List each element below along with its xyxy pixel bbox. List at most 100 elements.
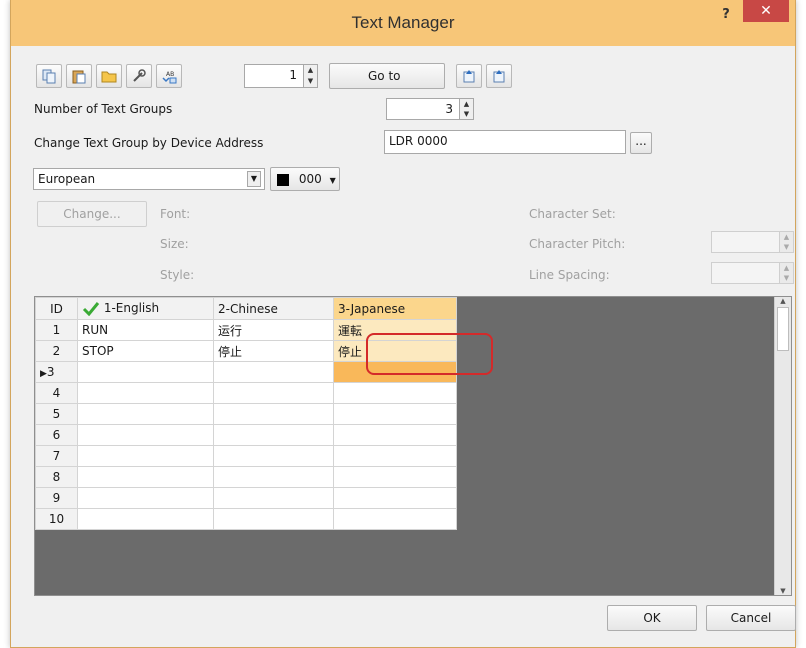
title-bar: Text Manager ? ✕ [11, 0, 795, 46]
color-picker[interactable]: 000 ▼ [270, 167, 340, 191]
character-pitch-spin[interactable]: ▲ ▼ [779, 232, 793, 252]
character-set-label: Character Set: [529, 207, 616, 221]
num-groups-value: 3 [445, 102, 453, 116]
row-id-cell: 5 [35, 403, 78, 425]
line-spacing-spin[interactable]: ▲ ▼ [779, 263, 793, 283]
column-header-japanese[interactable]: 3-Japanese [333, 297, 457, 320]
row-id-cell: 1 [35, 319, 78, 341]
cell-english[interactable] [77, 466, 214, 488]
cell-chinese[interactable] [213, 361, 334, 383]
cell-japanese[interactable] [333, 403, 457, 425]
cell-english[interactable] [77, 487, 214, 509]
table-row[interactable]: 8 [35, 466, 457, 488]
tools-icon [133, 69, 146, 82]
cell-chinese[interactable] [213, 445, 334, 467]
language-value: European [38, 172, 96, 186]
device-address-browse-button[interactable]: ... [630, 132, 652, 154]
paste-icon [72, 70, 86, 84]
scroll-up-icon[interactable]: ▲ [775, 297, 791, 305]
cell-chinese[interactable]: 运行 [213, 319, 334, 341]
table-row[interactable]: 7 [35, 445, 457, 467]
move-down-icon [493, 70, 505, 83]
row-id-cell: 8 [35, 466, 78, 488]
row-id-cell: 9 [35, 487, 78, 509]
cell-chinese[interactable] [213, 487, 334, 509]
column-header-english[interactable]: 1-English [77, 297, 214, 320]
chevron-down-icon[interactable]: ▼ [247, 171, 261, 187]
ok-button[interactable]: OK [607, 605, 697, 631]
move-up-icon [463, 70, 475, 83]
scroll-down-icon[interactable]: ▼ [775, 587, 791, 595]
cancel-button[interactable]: Cancel [706, 605, 796, 631]
row-number-spin[interactable]: ▲ ▼ [303, 65, 317, 87]
cell-english[interactable] [77, 382, 214, 404]
row-id-cell: 4 [35, 382, 78, 404]
row-id-cell: 10 [35, 508, 78, 530]
table-row[interactable]: 10 [35, 508, 457, 530]
check-icon [82, 301, 100, 316]
scrollbar-thumb[interactable] [777, 307, 789, 351]
help-button[interactable]: ? [715, 4, 737, 26]
window-title: Text Manager [351, 13, 455, 32]
cell-japanese[interactable] [333, 424, 457, 446]
table-row[interactable]: 4 [35, 382, 457, 404]
font-label: Font: [160, 207, 191, 221]
device-address-label: Change Text Group by Device Address [34, 136, 264, 150]
cell-japanese[interactable] [333, 508, 457, 530]
row-id-value: 3 [46, 365, 55, 379]
table-row[interactable]: 9 [35, 487, 457, 509]
color-value: 000 [298, 172, 322, 186]
cell-chinese[interactable]: 停止 [213, 340, 334, 362]
style-label: Style: [160, 268, 195, 282]
table-row[interactable]: 6 [35, 424, 457, 446]
move-down-button[interactable] [486, 64, 512, 88]
cell-english[interactable] [77, 361, 214, 383]
cell-chinese[interactable] [213, 424, 334, 446]
open-button[interactable] [96, 64, 122, 88]
device-address-field[interactable]: LDR 0000 [384, 130, 626, 154]
cell-japanese[interactable] [333, 382, 457, 404]
copy-button[interactable] [36, 64, 62, 88]
size-label: Size: [160, 237, 189, 251]
current-row-marker: ▶ [40, 369, 47, 379]
cell-japanese[interactable] [333, 487, 457, 509]
cell-english[interactable] [77, 424, 214, 446]
cell-english[interactable]: STOP [77, 340, 214, 362]
cell-english[interactable] [77, 445, 214, 467]
cell-chinese[interactable] [213, 382, 334, 404]
table-row[interactable]: 5 [35, 403, 457, 425]
cell-chinese[interactable] [213, 466, 334, 488]
find-replace-button[interactable]: AB [156, 64, 182, 88]
grid-vertical-scrollbar[interactable]: ▲ ▼ [774, 297, 791, 595]
num-groups-spin[interactable]: ▲ ▼ [459, 99, 473, 119]
line-spacing-label: Line Spacing: [529, 268, 610, 282]
text-grid[interactable]: ID 1-English 2-Chinese 3-Japanese 1 RUN … [34, 296, 792, 596]
cell-chinese[interactable] [213, 403, 334, 425]
cell-english[interactable]: RUN [77, 319, 214, 341]
move-up-button[interactable] [456, 64, 482, 88]
row-id-cell: ▶3 [35, 361, 78, 383]
row-id-cell: 2 [35, 340, 78, 362]
change-font-button[interactable]: Change... [37, 201, 147, 227]
num-groups-label: Number of Text Groups [34, 102, 173, 116]
folder-icon [101, 71, 117, 83]
cell-english[interactable] [77, 403, 214, 425]
paste-button[interactable] [66, 64, 92, 88]
text-table: ID 1-English 2-Chinese 3-Japanese 1 RUN … [35, 297, 457, 530]
cell-japanese[interactable] [333, 445, 457, 467]
column-header-chinese[interactable]: 2-Chinese [213, 297, 334, 320]
text-manager-dialog: Text Manager ? ✕ AB 1 ▲ ▼ Go to Number of… [10, 0, 796, 648]
table-header-row: ID 1-English 2-Chinese 3-Japanese [35, 297, 457, 320]
cell-english[interactable] [77, 508, 214, 530]
replace-button[interactable] [126, 64, 152, 88]
goto-button[interactable]: Go to [329, 63, 445, 89]
row-id-cell: 6 [35, 424, 78, 446]
color-swatch [277, 173, 289, 186]
cell-chinese[interactable] [213, 508, 334, 530]
column-header-id[interactable]: ID [35, 297, 78, 320]
copy-icon [42, 69, 56, 84]
language-select[interactable]: European [33, 168, 265, 190]
close-button[interactable]: ✕ [743, 0, 789, 22]
character-pitch-label: Character Pitch: [529, 237, 626, 251]
cell-japanese[interactable] [333, 466, 457, 488]
